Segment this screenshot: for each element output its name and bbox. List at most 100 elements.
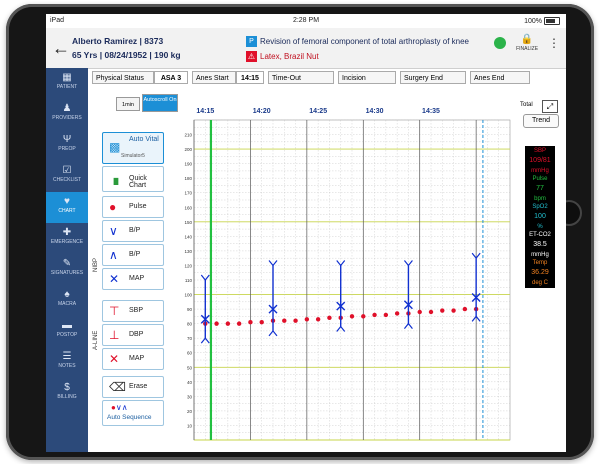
pulse-point [394,311,400,316]
erase-button[interactable]: ⌫ Erase [102,376,164,398]
notes-icon: ☰ [62,351,72,362]
sidebar-item-patient[interactable]: ▦ PATIENT [46,68,88,99]
finalize-button[interactable]: 🔒 FINALIZE [516,34,538,52]
tablet-frame: iPad 2:28 PM 100% ← Alberto Ramirez | 83… [6,4,594,460]
pulse-point [293,318,298,323]
y-tick-label: 140 [184,234,192,239]
aline-map-x-icon: ✕ [109,352,120,366]
vital-value: 38.5 [533,241,547,248]
dbp-t-icon: ⊥ [109,328,120,342]
y-tick-label: 120 [184,263,192,268]
interval-button[interactable]: 1min [116,97,140,111]
clock: 2:28 PM [292,17,320,24]
header-actions: 🔒 FINALIZE ⋮ [494,34,560,52]
physical-status-label: Physical Status [92,71,154,84]
time-tick-label: 14:15 [196,108,214,115]
more-menu-icon[interactable]: ⋮ [548,36,560,50]
y-tick-label: 30 [187,394,193,399]
sidebar-item-chart[interactable]: ♥ CHART [46,192,88,223]
anesthesia-chart[interactable]: 14:15 14:20 14:25 14:30 14:35 210 200 190 180 170… [180,100,518,452]
vital-box-temp[interactable]: Temp 36.29 deg C [525,258,555,288]
trend-button[interactable]: Trend [523,114,559,128]
sidebar-item-preop[interactable]: Ψ PREOP [46,130,88,161]
sidebar-item-macra[interactable]: ♠ MACRA [46,285,88,316]
y-tick-label: 180 [184,176,192,181]
pulse-point [248,319,253,325]
sbp-tool-button[interactable]: ⊤ SBP [102,300,164,322]
y-tick-label: 190 [184,162,192,167]
vital-box-pulse[interactable]: Pulse 77 bpm [525,174,555,204]
sidebar-item-emergence[interactable]: ✚ EMERGENCE [46,223,88,254]
y-tick-label: 20 [187,409,193,414]
vital-name: SpO2 [532,204,548,210]
id-card-icon: ▦ [62,72,72,83]
timeout-field[interactable]: Time-Out [268,71,334,84]
vitals-chart-svg[interactable]: 14:15 14:20 14:25 14:30 14:35 210 200 190 180 170… [180,100,518,452]
vitals-panel: Total ⤢ Trend SBP 109/81 mmHg Pulse 77 bpm SpO… [520,100,566,452]
pulse-point [304,317,310,322]
vital-box-sbp[interactable]: SBP 109/81 mmHg [525,146,555,176]
auto-sequence-button[interactable]: ●∨∧ Auto Sequence [102,400,164,426]
quick-chart-button[interactable]: ▗ Quick Chart [102,166,164,192]
y-tick-label: 90 [187,307,193,312]
sidebar-item-signatures[interactable]: ✎ SIGNATURES [46,254,88,285]
auto-vital-button[interactable]: ▩ Auto Vital Simulator5 [102,132,164,164]
asa-field[interactable]: ASA 3 [154,71,188,84]
bp-up-tool-button[interactable]: ∧ B/P [102,244,164,266]
y-tick-label: 100 [184,293,192,298]
procedure-row[interactable]: P Revision of femoral component of total … [246,34,469,49]
pulse-point [349,314,355,319]
lock-icon: 🔒 [520,34,534,45]
anes-start-field[interactable]: 14:15 [236,71,264,84]
person-icon: ♠ [64,289,70,300]
patient-info: Alberto Ramirez | 8373 65 Yrs | 08/24/19… [72,34,181,62]
pulse-point [417,309,422,315]
vital-name: ET-CO2 [529,232,551,238]
autoscroll-toggle[interactable]: Autoscroll On [142,94,178,112]
pulse-tool-button[interactable]: ● Pulse [102,196,164,218]
pulse-point [236,321,242,326]
sidebar-item-checklist[interactable]: ☑ CHECKLIST [46,161,88,192]
time-tick-label: 14:20 [253,108,271,115]
pulse-point [428,309,434,315]
vital-box-spo2[interactable]: SpO2 100% [525,202,555,232]
y-tick-label: 200 [184,147,192,152]
stethoscope-icon: Ψ [62,134,72,145]
map-x-icon: ✕ [109,272,120,286]
allergy-row[interactable]: ⚠ Latex, Brazil Nut [246,49,469,64]
dbp-tool-button[interactable]: ⊥ DBP [102,324,164,346]
bp-down-icon: ∨ [109,224,118,238]
dollar-icon: $ [64,382,70,393]
sidebar-item-providers[interactable]: ♟ PROVIDERS [46,99,88,130]
time-tick-label: 14:30 [366,108,384,115]
y-tick-label: 130 [184,249,192,254]
sync-icon[interactable] [494,37,507,49]
sidebar-item-postop[interactable]: ▬ POSTOP [46,316,88,347]
incision-field[interactable]: Incision [338,71,396,84]
y-tick-label: 10 [187,423,193,428]
back-arrow-icon[interactable]: ← [52,38,70,59]
vital-value: 100 [534,213,546,220]
expand-icon[interactable]: ⤢ [542,100,558,113]
y-tick-label: 170 [184,191,192,196]
aline-map-tool-button[interactable]: ✕ MAP [102,348,164,370]
allergy-text: Latex, Brazil Nut [260,52,319,61]
patient-header: ← Alberto Ramirez | 8373 65 Yrs | 08/24/… [46,28,566,69]
map-tool-button[interactable]: ✕ MAP [102,268,164,290]
pulse-point [259,319,264,325]
y-tick-label: 110 [185,278,193,283]
pulse-point [361,314,366,319]
pulse-point [462,306,468,312]
y-tick-label: 210 [184,133,192,138]
pulse-dot-icon: ● [109,200,117,214]
vital-box-et-co2[interactable]: ET-CO2 38.5 mmHg [525,230,555,260]
pulse-point [315,317,321,322]
sidebar-item-billing[interactable]: $ BILLING [46,378,88,409]
anes-end-field[interactable]: Anes End [470,71,530,84]
sidebar-item-notes[interactable]: ☰ NOTES [46,347,88,378]
surgery-end-field[interactable]: Surgery End [400,71,466,84]
pulse-point [372,312,377,318]
bp-down-tool-button[interactable]: ∨ B/P [102,220,164,242]
procedure-badge: P [246,36,257,48]
nibp-label: NIBP [93,257,99,272]
